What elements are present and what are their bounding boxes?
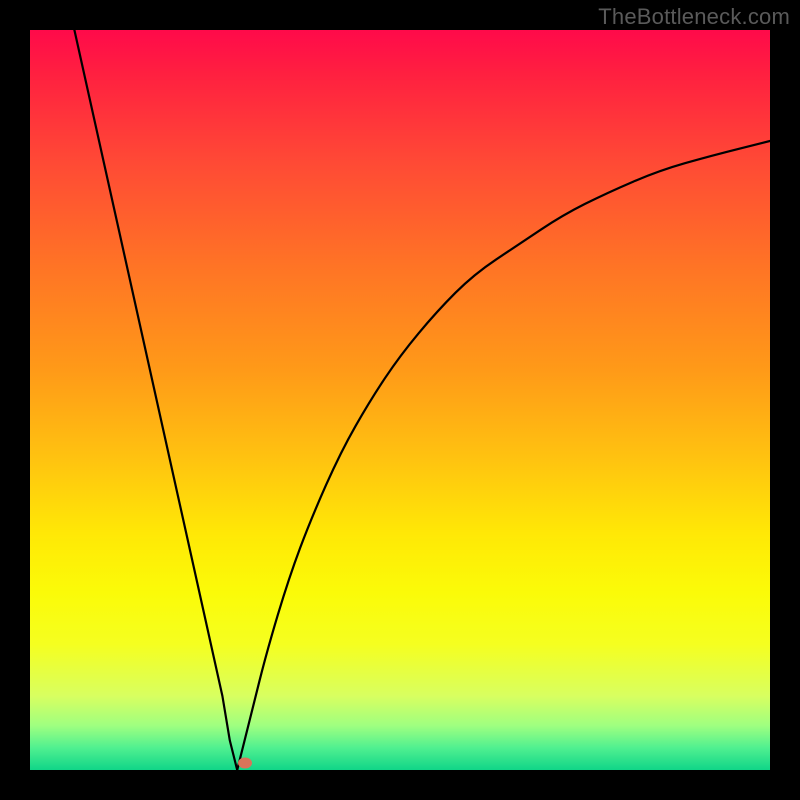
curve-left-branch [74,30,237,770]
watermark-text: TheBottleneck.com [598,4,790,30]
curve-right-branch [237,141,770,770]
chart-frame: TheBottleneck.com [0,0,800,800]
minimum-marker [238,757,252,768]
curve-svg [30,30,770,770]
plot-area [30,30,770,770]
